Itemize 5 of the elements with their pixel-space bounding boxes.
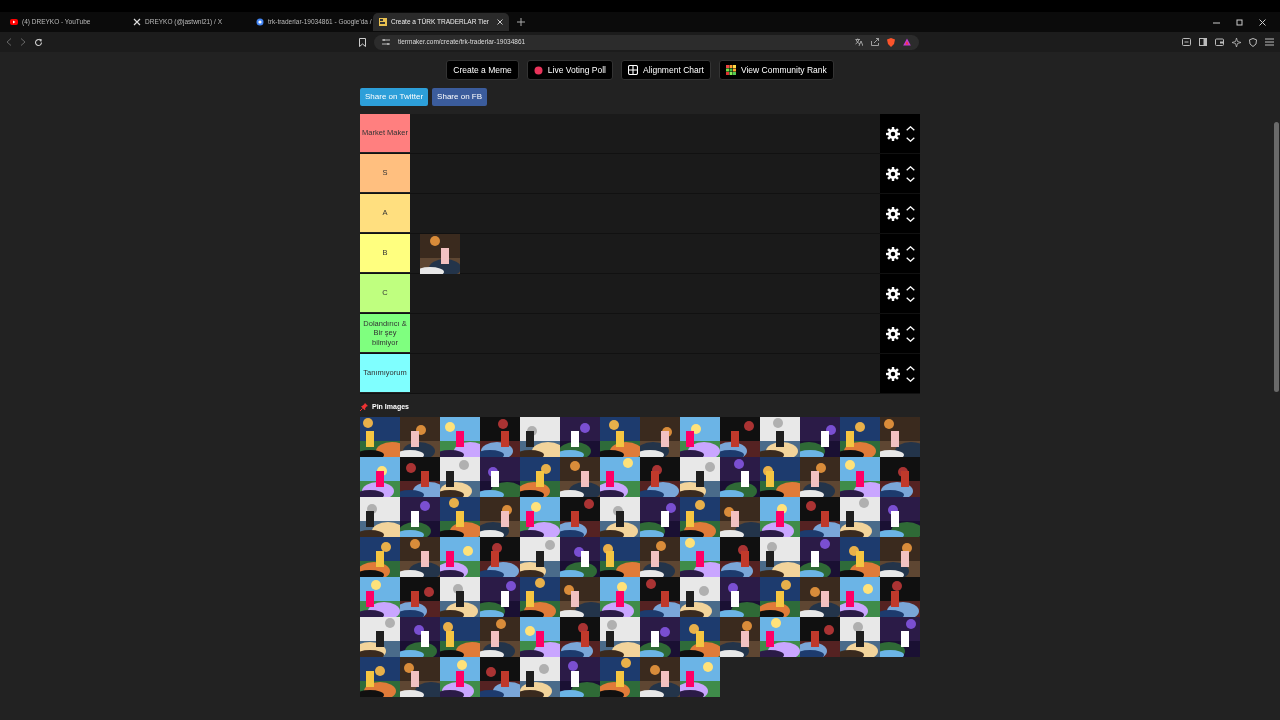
community-rank-button[interactable]: View Community Rank — [718, 60, 834, 80]
alignment-button[interactable]: Alignment Chart — [620, 60, 711, 80]
poll-button[interactable]: Live Voting Poll — [526, 60, 613, 80]
share-button[interactable]: Share on FB — [432, 88, 488, 106]
meme-button[interactable]: Create a Meme — [446, 60, 519, 80]
